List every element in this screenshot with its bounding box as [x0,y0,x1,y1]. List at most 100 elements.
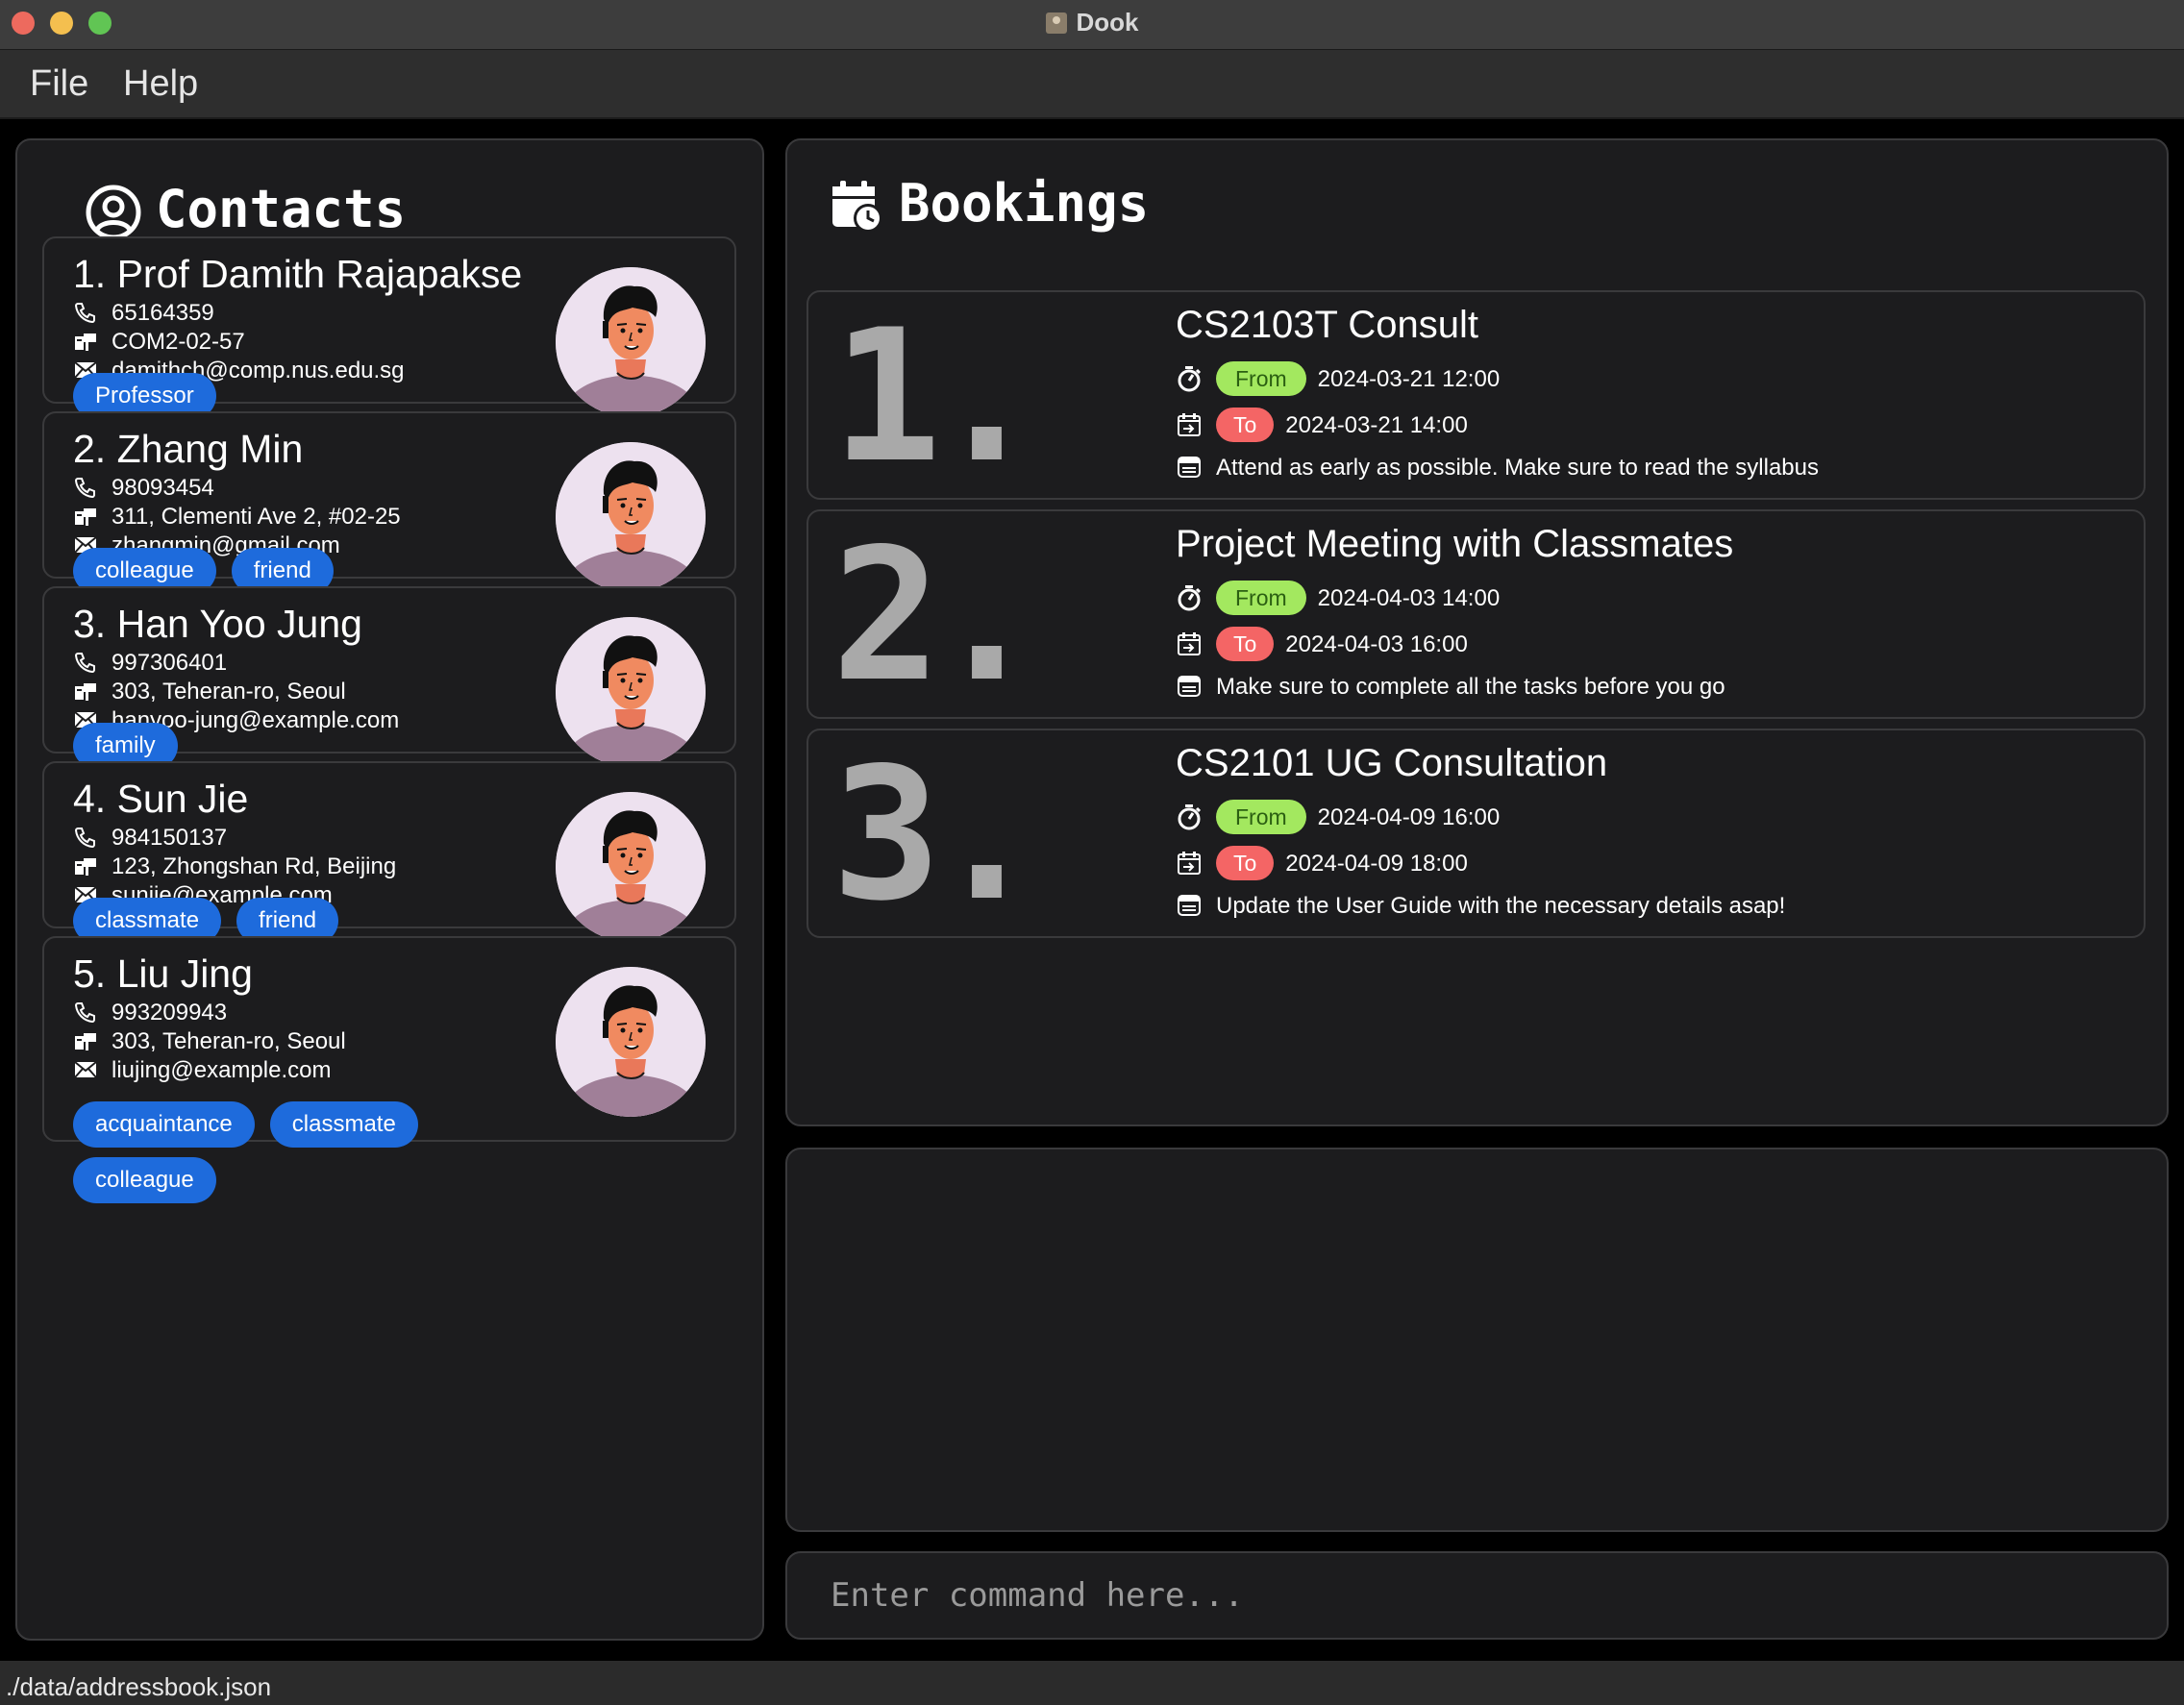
booking-card[interactable]: 1. CS2103T Consult From 2024-03-21 12:00 To 2… [807,290,2146,503]
contact-name: 4. Sun Jie [73,777,249,821]
status-file-path: ./data/addressbook.json [6,1672,272,1701]
avatar [556,792,706,942]
menu-bar: File Help [0,50,2184,119]
address-book-icon [73,855,98,877]
booking-note: Update the User Guide with the necessary… [1216,893,1786,919]
to-badge: To [1216,627,1275,661]
phone-icon [73,652,98,674]
contact-card[interactable]: 5. Liu Jing 993209943 303, Teheran-ro, Seo… [42,936,736,1203]
user-circle-icon [86,185,141,240]
booking-to-time: 2024-04-03 16:00 [1285,631,1468,657]
from-badge: From [1216,361,1306,396]
contact-email-text: liujing@example.com [112,1057,332,1083]
bookings-header: Bookings [830,173,1149,235]
contact-name: 3. Han Yoo Jung [73,602,362,646]
from-badge: From [1216,800,1306,834]
contact-name: 1. Prof Damith Rajapakse [73,252,523,296]
contact-address-text: COM2-02-57 [112,329,245,355]
booking-from-time: 2024-04-03 14:00 [1317,585,1501,611]
booking-index: 2. [831,509,1042,722]
tag-badge: acquaintance [73,1101,255,1148]
contact-phone: 98093454 [73,475,214,502]
contact-phone-text: 997306401 [112,650,228,676]
avatar [556,967,706,1117]
contact-phone-text: 993209943 [112,1000,228,1025]
booking-to-row: To 2024-04-09 18:00 [1176,846,1468,880]
booking-note-row: Make sure to complete all the tasks befo… [1176,673,1725,701]
booking-note: Make sure to complete all the tasks befo… [1216,674,1725,700]
tag-badge: colleague [73,1157,216,1203]
command-input[interactable] [787,1553,2167,1638]
contact-address-text: 303, Teheran-ro, Seoul [112,679,346,704]
command-box [785,1551,2169,1640]
address-book-icon [73,680,98,702]
contact-phone: 65164359 [73,300,214,327]
note-icon [1176,892,1203,919]
booking-to-time: 2024-04-09 18:00 [1285,851,1468,877]
contact-card[interactable]: 1. Prof Damith Rajapakse 65164359 COM2-02-… [42,236,736,419]
avatar [556,617,706,767]
booking-note-row: Attend as early as possible. Make sure t… [1176,454,1819,482]
from-badge: From [1216,581,1306,615]
contact-address: COM2-02-57 [73,329,245,356]
contact-address: 303, Teheran-ro, Seoul [73,679,346,705]
result-display [785,1148,2169,1532]
booking-to-time: 2024-03-21 14:00 [1285,412,1468,438]
contact-phone: 993209943 [73,1000,227,1026]
contact-name: 2. Zhang Min [73,427,304,471]
stopwatch-icon [1176,803,1203,830]
calendar-end-icon [1176,630,1203,657]
contact-address-text: 311, Clementi Ave 2, #02-25 [112,504,401,530]
booking-index: 3. [831,729,1042,941]
address-book-icon [73,1030,98,1051]
booking-title: CS2103T Consult [1176,304,1478,346]
contact-card[interactable]: 2. Zhang Min 98093454 311, Clementi Ave 2,… [42,411,736,594]
contact-address: 123, Zhongshan Rd, Beijing [73,853,396,880]
booking-card[interactable]: 3. CS2101 UG Consultation From 2024-04-09 1… [807,729,2146,941]
booking-index: 1. [831,290,1042,503]
tag-badge: classmate [269,1101,418,1148]
avatar [556,267,706,417]
calendar-end-icon [1176,411,1203,438]
contact-phone: 984150137 [73,825,227,852]
contacts-header: Contacts [85,179,406,241]
contact-address: 311, Clementi Ave 2, #02-25 [73,504,401,531]
stopwatch-icon [1176,584,1203,611]
booking-to-row: To 2024-04-03 16:00 [1176,627,1468,661]
calendar-end-icon [1176,850,1203,877]
booking-note: Attend as early as possible. Make sure t… [1216,455,1819,481]
contact-phone-text: 98093454 [112,475,214,501]
booking-from-time: 2024-03-21 12:00 [1317,366,1501,392]
phone-icon [73,477,98,499]
contact-address-text: 303, Teheran-ro, Seoul [112,1028,346,1054]
address-book-icon [73,331,98,352]
phone-icon [73,302,98,324]
contact-card[interactable]: 3. Han Yoo Jung 997306401 303, Teheran-ro,… [42,586,736,769]
booking-from-row: From 2024-04-03 14:00 [1176,581,1500,615]
phone-icon [73,827,98,849]
tag-list: acquaintance classmate colleague [73,1101,542,1203]
contact-address: 303, Teheran-ro, Seoul [73,1028,346,1055]
note-icon [1176,454,1203,481]
contacts-title: Contacts [156,179,407,239]
address-book-icon [73,506,98,527]
contact-card[interactable]: 4. Sun Jie 984150137 123, Zhongshan Rd, Be… [42,761,736,944]
booking-note-row: Update the User Guide with the necessary… [1176,892,1785,920]
contact-phone: 997306401 [73,650,227,677]
stopwatch-icon [1176,365,1203,392]
title-bar: Dook [0,0,2184,50]
booking-card[interactable]: 2. Project Meeting with Classmates From 202… [807,509,2146,722]
to-badge: To [1216,846,1275,880]
menu-help[interactable]: Help [123,63,198,105]
contact-address-text: 123, Zhongshan Rd, Beijing [112,853,397,879]
booking-title: CS2101 UG Consultation [1176,742,1608,784]
bookings-title: Bookings [899,173,1150,234]
to-badge: To [1216,408,1275,442]
window-title: Dook [1076,8,1139,37]
status-bar: ./data/addressbook.json [0,1661,2184,1705]
booking-from-time: 2024-04-09 16:00 [1317,804,1501,830]
window-title-wrap: Dook [0,8,2184,37]
contacts-panel: Contacts 1. Prof Damith Rajapakse 6516435… [15,138,764,1641]
menu-file[interactable]: File [30,63,88,105]
contact-phone-text: 65164359 [112,300,214,326]
